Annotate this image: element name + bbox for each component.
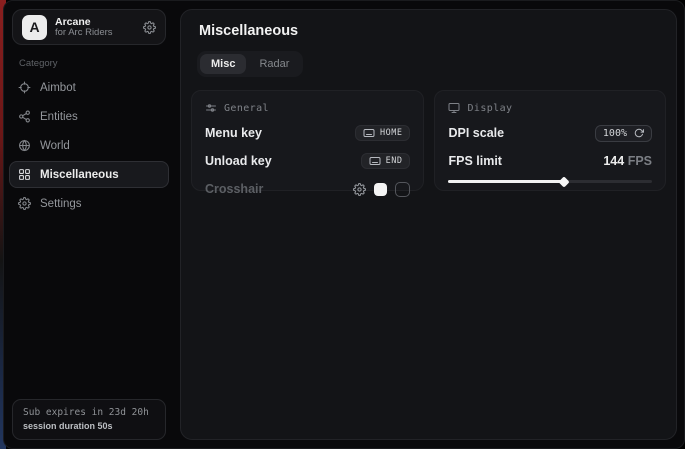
general-panel: General Menu key HOME Unload key	[191, 90, 424, 191]
sidebar-item-label: Miscellaneous	[40, 169, 119, 181]
brand-card: A Arcane for Arc Riders	[12, 9, 166, 45]
session-duration-text: session duration 50s	[23, 421, 155, 431]
fps-limit-row: FPS limit 144 FPS	[448, 152, 652, 170]
panels-row: General Menu key HOME Unload key	[191, 90, 666, 191]
fps-slider-thumb[interactable]	[559, 176, 570, 187]
brand-subtitle: for Arc Riders	[55, 28, 135, 39]
category-label: Category	[19, 58, 174, 69]
sidebar: A Arcane for Arc Riders Category Aimbot	[4, 1, 174, 448]
fps-slider-fill	[448, 180, 564, 183]
sliders-icon	[205, 102, 217, 114]
crosshair-icon	[18, 81, 31, 94]
crosshair-settings-gear-icon[interactable]	[353, 183, 366, 196]
app-window: A Arcane for Arc Riders Category Aimbot	[3, 0, 685, 449]
display-panel-title: Display	[467, 103, 512, 114]
subscription-info-card: Sub expires in 23d 20h session duration …	[12, 399, 166, 440]
brand-logo: A	[22, 15, 47, 40]
page-title: Miscellaneous	[199, 23, 666, 39]
keyboard-icon	[363, 128, 375, 138]
sidebar-item-aimbot[interactable]: Aimbot	[9, 74, 169, 101]
sidebar-item-label: World	[40, 140, 70, 152]
fps-limit-label: FPS limit	[448, 154, 501, 168]
sidebar-item-label: Aimbot	[40, 82, 76, 94]
gear-icon	[18, 197, 31, 210]
dpi-scale-control[interactable]: 100%	[595, 125, 652, 142]
sidebar-item-world[interactable]: World	[9, 132, 169, 159]
sidebar-nav: Aimbot Entities World Miscellaneous	[4, 74, 174, 217]
menu-key-label: Menu key	[205, 126, 262, 140]
sub-expires-text: Sub expires in 23d 20h	[23, 407, 155, 418]
unload-key-row: Unload key END	[205, 152, 410, 170]
crosshair-label: Crosshair	[205, 182, 263, 196]
sidebar-item-label: Entities	[40, 111, 78, 123]
fps-limit-slider[interactable]	[448, 180, 652, 183]
general-panel-title: General	[224, 103, 269, 114]
dpi-scale-label: DPI scale	[448, 126, 504, 140]
grid-icon	[18, 168, 31, 181]
monitor-icon	[448, 102, 460, 114]
refresh-icon	[634, 128, 644, 138]
tab-radar[interactable]: Radar	[248, 54, 300, 74]
sidebar-item-settings[interactable]: Settings	[9, 190, 169, 217]
brand-title: Arcane	[55, 16, 135, 28]
globe-icon	[18, 139, 31, 152]
menu-key-bind-button[interactable]: HOME	[355, 125, 410, 141]
crosshair-color-swatch[interactable]	[374, 183, 387, 196]
crosshair-row: Crosshair	[205, 180, 410, 198]
sidebar-item-entities[interactable]: Entities	[9, 103, 169, 130]
network-icon	[18, 110, 31, 123]
display-panel: Display DPI scale 100% FPS limit 144 FPS	[434, 90, 666, 191]
tab-misc[interactable]: Misc	[200, 54, 246, 74]
crosshair-checkbox[interactable]	[395, 182, 410, 197]
unload-key-bind-button[interactable]: END	[361, 153, 411, 169]
keyboard-icon	[369, 156, 381, 166]
dpi-scale-value: 100%	[603, 128, 627, 139]
menu-key-row: Menu key HOME	[205, 124, 410, 142]
fps-limit-value: 144 FPS	[603, 154, 652, 168]
tab-bar: Misc Radar	[197, 51, 303, 77]
unload-key-label: Unload key	[205, 154, 272, 168]
brand-gear-icon[interactable]	[143, 21, 156, 34]
sidebar-item-label: Settings	[40, 198, 82, 210]
dpi-scale-row: DPI scale 100%	[448, 124, 652, 142]
sidebar-item-miscellaneous[interactable]: Miscellaneous	[9, 161, 169, 188]
main-content: Miscellaneous Misc Radar General Menu ke…	[180, 9, 677, 440]
